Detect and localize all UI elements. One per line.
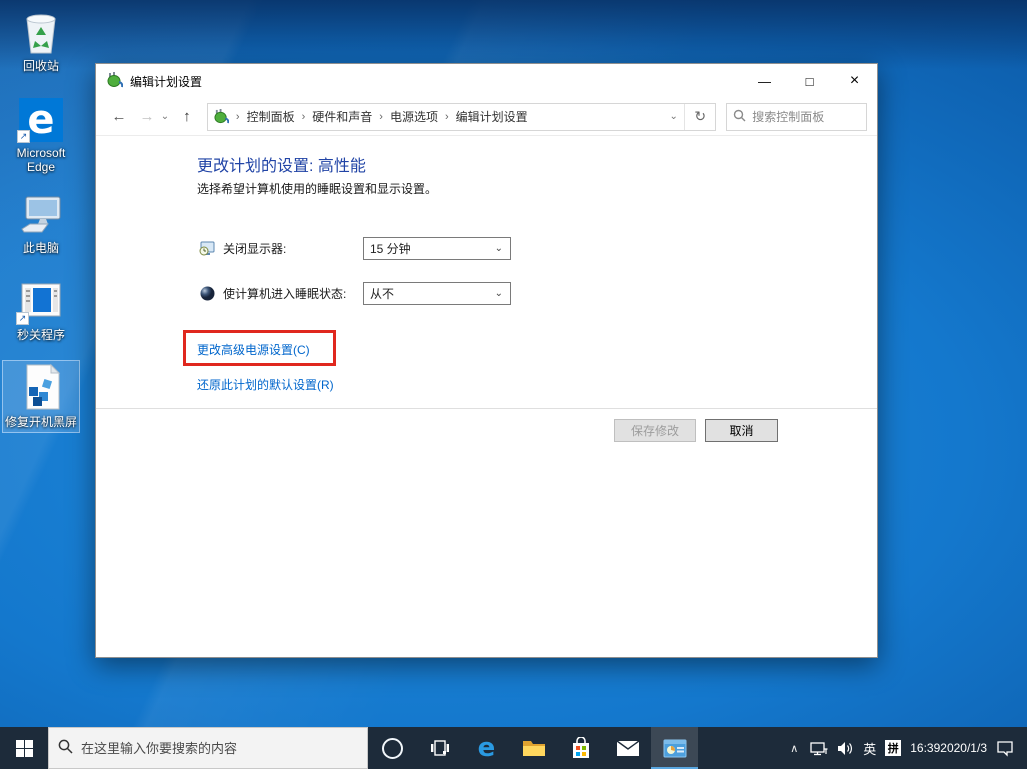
- taskbar-search[interactable]: [48, 727, 368, 769]
- network-icon[interactable]: [810, 741, 828, 756]
- desktop: { "icons": { "back": "←", "forward": "→"…: [0, 0, 1027, 769]
- start-button[interactable]: [0, 727, 48, 769]
- search-icon: [58, 739, 73, 757]
- desktop-icon-microsoft-edge[interactable]: e ↗ Microsoft Edge: [2, 91, 80, 178]
- breadcrumb-sep-icon: ›: [300, 111, 308, 123]
- file-explorer-icon: [522, 738, 546, 758]
- task-view-button[interactable]: [416, 727, 463, 769]
- address-bar[interactable]: › 控制面板 › 硬件和声音 › 电源选项 › 编辑计划设置 ⌄ ↻: [207, 103, 716, 131]
- search-input[interactable]: [752, 110, 860, 124]
- edit-plan-settings-taskbar-button[interactable]: [651, 727, 698, 769]
- close-button[interactable]: ×: [832, 64, 877, 98]
- setting-row-sleep: 使计算机进入睡眠状态:: [199, 282, 346, 305]
- store-icon: [571, 737, 591, 759]
- setting-label: 关闭显示器:: [223, 240, 286, 257]
- desktop-icon-miaoguan-app[interactable]: ↗ 秒关程序: [2, 273, 80, 346]
- edge-icon: e: [478, 735, 496, 761]
- page-subtitle: 选择希望计算机使用的睡眠设置和显示设置。: [197, 180, 437, 197]
- action-center-icon[interactable]: [996, 740, 1014, 757]
- breadcrumb-edit-plan-settings[interactable]: 编辑计划设置: [451, 108, 533, 125]
- breadcrumb-hardware-sound[interactable]: 硬件和声音: [307, 108, 377, 125]
- edit-plan-settings-window: 编辑计划设置 — □ × ← → ⌄ ↑ › 控制面板 › 硬件和声音: [95, 63, 878, 658]
- power-plug-icon: [107, 72, 123, 91]
- selected-value: 15 分钟: [370, 240, 411, 257]
- clock-date: 2020/1/3: [940, 741, 987, 756]
- cortana-button[interactable]: [368, 727, 416, 769]
- taskbar-spacer: [698, 727, 787, 769]
- breadcrumb-sep-icon: ›: [443, 111, 451, 123]
- content-separator: [96, 408, 877, 409]
- back-button[interactable]: ←: [108, 108, 130, 125]
- edge-icon: e ↗: [19, 96, 63, 142]
- sleep-timeout-select[interactable]: 从不 ⌄: [363, 282, 511, 305]
- task-view-icon: [430, 738, 450, 758]
- power-options-window-icon: [663, 739, 687, 758]
- ime-indicator[interactable]: 拼: [885, 740, 901, 756]
- store-button[interactable]: [557, 727, 604, 769]
- cancel-button[interactable]: 取消: [705, 419, 778, 442]
- setting-label: 使计算机进入睡眠状态:: [223, 285, 346, 302]
- selected-value: 从不: [370, 285, 394, 302]
- desktop-icon-column: 回收站 e ↗ Microsoft Edge 此电脑: [2, 4, 82, 447]
- taskbar: e ∧: [0, 727, 1027, 769]
- up-button[interactable]: ↑: [176, 108, 198, 125]
- control-panel-search[interactable]: [726, 103, 867, 131]
- tray-expand-icon[interactable]: ∧: [787, 742, 801, 755]
- desktop-icon-recycle-bin[interactable]: 回收站: [2, 4, 80, 77]
- desktop-icon-fix-black-screen[interactable]: 修复开机黑屏: [2, 360, 80, 433]
- file-explorer-button[interactable]: [510, 727, 557, 769]
- display-timeout-icon: [199, 240, 216, 257]
- desktop-icon-label: 修复开机黑屏: [5, 415, 77, 429]
- mail-icon: [616, 740, 640, 757]
- maximize-button[interactable]: □: [787, 64, 832, 98]
- desktop-icon-label: Microsoft Edge: [3, 146, 79, 174]
- forward-button[interactable]: →: [136, 108, 158, 125]
- title-bar: 编辑计划设置 — □ ×: [96, 64, 877, 98]
- advanced-power-settings-link[interactable]: 更改高级电源设置(C): [197, 341, 310, 358]
- window-title: 编辑计划设置: [130, 73, 202, 90]
- refresh-button[interactable]: ↻: [685, 104, 715, 130]
- edge-taskbar-button[interactable]: e: [463, 727, 510, 769]
- windows-logo-icon: [16, 740, 33, 757]
- search-icon: [733, 109, 746, 125]
- save-changes-button[interactable]: 保存修改: [614, 419, 696, 442]
- history-dropdown-icon[interactable]: ⌄: [158, 111, 172, 122]
- desktop-icon-label: 此电脑: [23, 241, 59, 255]
- restore-defaults-link[interactable]: 还原此计划的默认设置(R): [197, 376, 334, 393]
- sleep-icon: [199, 285, 216, 302]
- display-timeout-select[interactable]: 15 分钟 ⌄: [363, 237, 511, 260]
- breadcrumb: › 控制面板 › 硬件和声音 › 电源选项 › 编辑计划设置: [229, 108, 663, 125]
- desktop-icon-label: 秒关程序: [17, 328, 65, 342]
- breadcrumb-sep-icon: ›: [234, 111, 242, 123]
- shortcut-arrow-icon: ↗: [17, 130, 30, 143]
- input-language-indicator[interactable]: 英: [863, 739, 876, 758]
- volume-icon[interactable]: [837, 741, 854, 756]
- shortcut-arrow-icon: ↗: [16, 312, 29, 325]
- address-dropdown-icon[interactable]: ⌄: [663, 104, 685, 130]
- breadcrumb-control-panel[interactable]: 控制面板: [242, 108, 300, 125]
- taskbar-search-input[interactable]: [81, 741, 358, 756]
- recycle-bin-icon: [21, 9, 61, 55]
- desktop-icon-this-pc[interactable]: 此电脑: [2, 186, 80, 259]
- setting-row-display: 关闭显示器:: [199, 237, 286, 260]
- cortana-icon: [382, 738, 403, 759]
- window-content: 更改计划的设置: 高性能 选择希望计算机使用的睡眠设置和显示设置。 关闭显示器:…: [96, 136, 877, 657]
- registry-file-icon: [19, 365, 63, 411]
- navigation-bar: ← → ⌄ ↑ › 控制面板 › 硬件和声音 › 电源选项 › 编辑计划设置: [96, 98, 877, 136]
- clock-time: 16:39: [910, 741, 940, 756]
- app-window-icon: ↗: [18, 278, 64, 324]
- window-controls: — □ ×: [742, 64, 877, 98]
- mail-button[interactable]: [604, 727, 651, 769]
- breadcrumb-power-options[interactable]: 电源选项: [385, 108, 443, 125]
- taskbar-clock[interactable]: 16:39 2020/1/3: [910, 741, 987, 756]
- page-title: 更改计划的设置: 高性能: [197, 152, 366, 176]
- power-plug-icon: [214, 109, 229, 124]
- breadcrumb-sep-icon: ›: [377, 111, 385, 123]
- minimize-button[interactable]: —: [742, 64, 787, 98]
- chevron-down-icon: ⌄: [495, 288, 510, 299]
- system-tray: ∧ 英 拼 16:39 2020/1/3: [787, 727, 1027, 769]
- desktop-icon-label: 回收站: [23, 59, 59, 73]
- chevron-down-icon: ⌄: [495, 243, 510, 254]
- this-pc-icon: [18, 191, 64, 237]
